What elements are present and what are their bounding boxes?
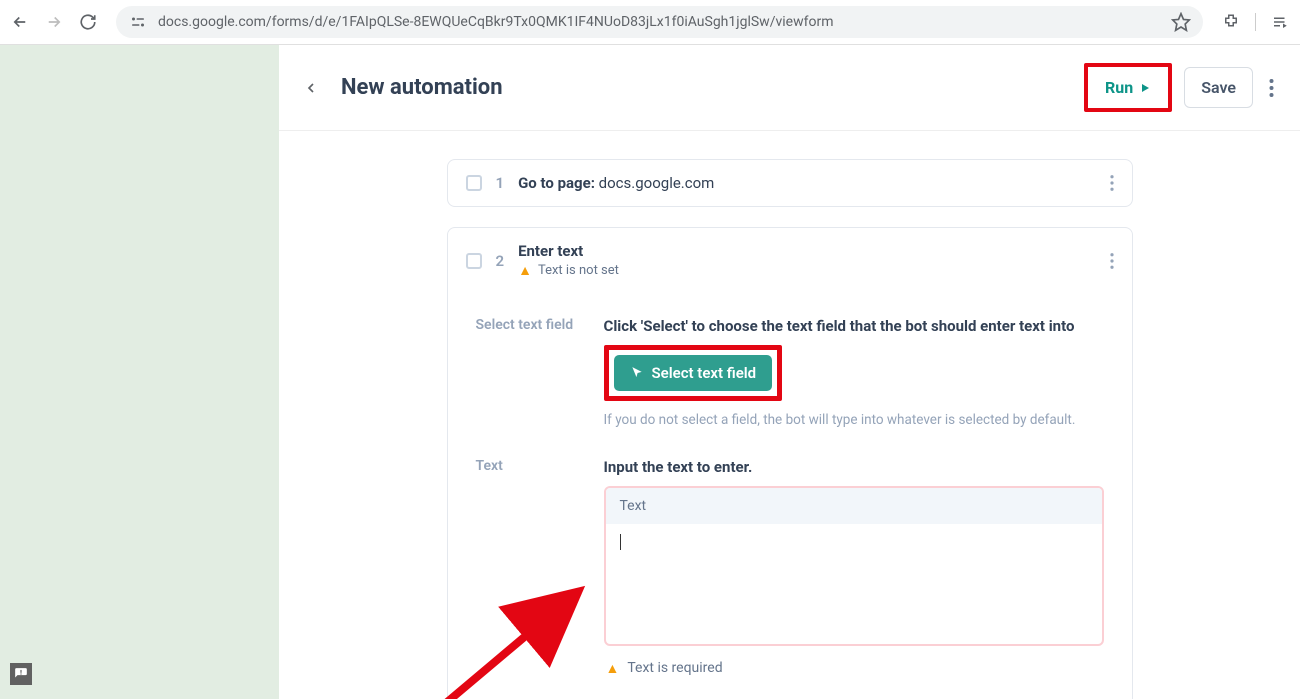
select-text-field-button[interactable]: Select text field bbox=[614, 355, 773, 391]
star-icon[interactable] bbox=[1171, 12, 1191, 32]
extensions-icon[interactable] bbox=[1221, 12, 1241, 32]
warning-icon: ▲ bbox=[606, 660, 620, 677]
warning-icon: ▲ bbox=[518, 262, 532, 279]
run-button[interactable]: Run bbox=[1091, 70, 1165, 105]
page-title: New automation bbox=[341, 75, 1064, 100]
step1-more-icon[interactable] bbox=[1110, 175, 1114, 191]
more-icon[interactable] bbox=[1265, 79, 1278, 97]
step2-checkbox[interactable] bbox=[466, 253, 482, 269]
select-hint: If you do not select a field, the bot wi… bbox=[604, 411, 1104, 430]
divider bbox=[1255, 13, 1256, 31]
site-settings-icon[interactable] bbox=[128, 12, 148, 32]
run-label: Run bbox=[1105, 78, 1133, 97]
step1-title: Go to page: docs.google.com bbox=[518, 174, 714, 192]
cursor-icon bbox=[630, 366, 644, 380]
url-text: docs.google.com/forms/d/e/1FAIpQLSe-8EWQ… bbox=[158, 14, 1161, 30]
address-bar[interactable]: docs.google.com/forms/d/e/1FAIpQLSe-8EWQ… bbox=[116, 6, 1203, 38]
left-panel bbox=[0, 45, 279, 699]
content-area: 1 Go to page: docs.google.com 2 Enter te… bbox=[279, 131, 1300, 699]
feedback-icon[interactable] bbox=[10, 663, 32, 685]
reload-icon[interactable] bbox=[78, 12, 98, 32]
step2-more-icon[interactable] bbox=[1110, 253, 1114, 269]
text-error: ▲ Text is required bbox=[604, 660, 1104, 677]
text-instruction: Input the text to enter. bbox=[604, 458, 1104, 476]
text-field-label: Text bbox=[476, 458, 576, 474]
step2-title: Enter text bbox=[518, 242, 619, 260]
step-card-2[interactable]: 2 Enter text ▲ Text is not set bbox=[447, 227, 1133, 699]
save-button[interactable]: Save bbox=[1184, 67, 1253, 108]
step-card-1[interactable]: 1 Go to page: docs.google.com bbox=[447, 159, 1133, 207]
text-box-body[interactable] bbox=[606, 524, 1102, 644]
text-input-box[interactable]: Text bbox=[604, 486, 1104, 646]
step1-number: 1 bbox=[496, 174, 505, 192]
forward-icon[interactable] bbox=[44, 12, 64, 32]
main-panel: New automation Run Save bbox=[279, 45, 1300, 699]
step2-number: 2 bbox=[496, 252, 505, 270]
media-icon[interactable] bbox=[1270, 12, 1290, 32]
text-cursor bbox=[620, 534, 621, 550]
play-icon bbox=[1139, 82, 1151, 94]
step2-warning: ▲ Text is not set bbox=[518, 262, 619, 279]
step1-checkbox[interactable] bbox=[466, 175, 482, 191]
browser-toolbar: docs.google.com/forms/d/e/1FAIpQLSe-8EWQ… bbox=[0, 0, 1300, 45]
page-back-icon[interactable] bbox=[301, 78, 321, 98]
run-highlight-annotation: Run bbox=[1084, 63, 1172, 112]
select-field-label: Select text field bbox=[476, 317, 576, 333]
text-box-header: Text bbox=[606, 488, 1102, 524]
back-icon[interactable] bbox=[10, 12, 30, 32]
select-button-label: Select text field bbox=[652, 364, 757, 382]
select-instruction: Click 'Select' to choose the text field … bbox=[604, 317, 1104, 335]
select-highlight-annotation: Select text field bbox=[604, 345, 783, 401]
app-header: New automation Run Save bbox=[279, 45, 1300, 131]
